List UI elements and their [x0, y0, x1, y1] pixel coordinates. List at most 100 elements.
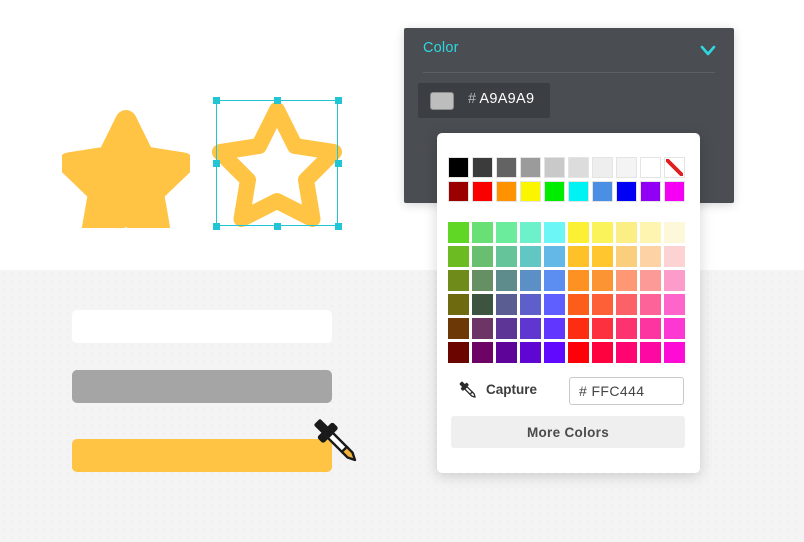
color-swatch[interactable] [448, 222, 469, 243]
color-swatch[interactable] [616, 270, 637, 291]
color-swatch[interactable] [544, 318, 565, 339]
sample-bar-yellow[interactable] [72, 439, 332, 472]
current-color-swatch[interactable] [430, 92, 454, 110]
color-swatch[interactable] [664, 222, 685, 243]
sample-bar-white[interactable] [72, 310, 332, 343]
color-swatch[interactable] [448, 318, 469, 339]
collapse-panel-button[interactable] [696, 41, 720, 61]
color-swatch[interactable] [472, 294, 493, 315]
color-swatch[interactable] [592, 294, 613, 315]
properties-panel-header: Color [404, 28, 734, 72]
color-swatch[interactable] [544, 157, 565, 178]
color-swatch[interactable] [664, 342, 685, 363]
more-colors-button[interactable]: More Colors [451, 416, 685, 448]
color-swatch[interactable] [544, 342, 565, 363]
color-swatch[interactable] [568, 294, 589, 315]
color-swatch[interactable] [568, 342, 589, 363]
color-swatch[interactable] [520, 270, 541, 291]
color-swatch[interactable] [640, 157, 661, 178]
color-swatch[interactable] [640, 294, 661, 315]
color-swatch[interactable] [616, 318, 637, 339]
capture-eyedropper-button[interactable] [456, 378, 480, 402]
color-swatch[interactable] [472, 181, 493, 202]
color-swatch[interactable] [472, 246, 493, 267]
color-swatch[interactable] [664, 270, 685, 291]
color-swatch[interactable] [496, 342, 517, 363]
color-swatch[interactable] [520, 181, 541, 202]
color-swatch[interactable] [472, 222, 493, 243]
color-swatch[interactable] [568, 246, 589, 267]
no-color-swatch[interactable] [664, 157, 685, 178]
color-swatch[interactable] [640, 270, 661, 291]
color-swatch[interactable] [640, 222, 661, 243]
color-swatch[interactable] [664, 318, 685, 339]
color-swatch[interactable] [448, 157, 469, 178]
color-swatch[interactable] [616, 342, 637, 363]
color-swatch[interactable] [520, 318, 541, 339]
color-swatch[interactable] [616, 157, 637, 178]
color-swatch[interactable] [472, 270, 493, 291]
color-swatch[interactable] [472, 157, 493, 178]
hex-color-input[interactable] [569, 377, 684, 405]
color-swatch[interactable] [568, 157, 589, 178]
color-swatch[interactable] [520, 157, 541, 178]
color-swatch[interactable] [592, 342, 613, 363]
color-swatch[interactable] [496, 318, 517, 339]
color-swatch[interactable] [472, 318, 493, 339]
color-swatch[interactable] [544, 270, 565, 291]
color-swatch[interactable] [664, 294, 685, 315]
resize-handle-top-center[interactable] [274, 97, 281, 104]
resize-handle-middle-right[interactable] [335, 160, 342, 167]
color-swatch[interactable] [640, 181, 661, 202]
color-swatch[interactable] [592, 270, 613, 291]
selection-bounding-box[interactable] [213, 97, 342, 230]
resize-handle-bottom-right[interactable] [335, 223, 342, 230]
color-swatch[interactable] [496, 222, 517, 243]
color-swatch[interactable] [496, 294, 517, 315]
resize-handle-bottom-center[interactable] [274, 223, 281, 230]
color-swatch[interactable] [664, 246, 685, 267]
color-swatch[interactable] [592, 222, 613, 243]
color-swatch[interactable] [544, 246, 565, 267]
color-swatch[interactable] [640, 246, 661, 267]
resize-handle-top-left[interactable] [213, 97, 220, 104]
color-swatch[interactable] [496, 270, 517, 291]
color-swatch[interactable] [616, 246, 637, 267]
color-swatch[interactable] [544, 222, 565, 243]
color-swatch[interactable] [568, 181, 589, 202]
color-swatch[interactable] [520, 246, 541, 267]
color-swatch[interactable] [448, 294, 469, 315]
color-swatch[interactable] [592, 246, 613, 267]
color-swatch[interactable] [568, 270, 589, 291]
sample-bar-gray[interactable] [72, 370, 332, 403]
color-swatch[interactable] [568, 222, 589, 243]
color-swatch[interactable] [616, 222, 637, 243]
color-swatch[interactable] [568, 318, 589, 339]
color-swatch[interactable] [544, 181, 565, 202]
color-swatch[interactable] [496, 181, 517, 202]
color-swatch[interactable] [448, 246, 469, 267]
resize-handle-top-right[interactable] [335, 97, 342, 104]
color-swatch[interactable] [664, 181, 685, 202]
color-swatch[interactable] [640, 342, 661, 363]
color-swatch[interactable] [640, 318, 661, 339]
color-swatch[interactable] [520, 294, 541, 315]
color-swatch[interactable] [592, 318, 613, 339]
color-swatch[interactable] [496, 157, 517, 178]
color-swatch[interactable] [592, 157, 613, 178]
resize-handle-bottom-left[interactable] [213, 223, 220, 230]
color-swatch[interactable] [544, 294, 565, 315]
color-swatch[interactable] [448, 342, 469, 363]
color-swatch[interactable] [448, 270, 469, 291]
current-color-field[interactable]: # A9A9A9 [418, 83, 550, 118]
color-swatch[interactable] [448, 181, 469, 202]
color-swatch[interactable] [520, 222, 541, 243]
color-swatch[interactable] [592, 181, 613, 202]
color-swatch[interactable] [472, 342, 493, 363]
color-swatch[interactable] [616, 181, 637, 202]
color-swatch[interactable] [496, 246, 517, 267]
resize-handle-middle-left[interactable] [213, 160, 220, 167]
color-swatch[interactable] [616, 294, 637, 315]
star-filled-shape[interactable] [58, 110, 194, 244]
color-swatch[interactable] [520, 342, 541, 363]
